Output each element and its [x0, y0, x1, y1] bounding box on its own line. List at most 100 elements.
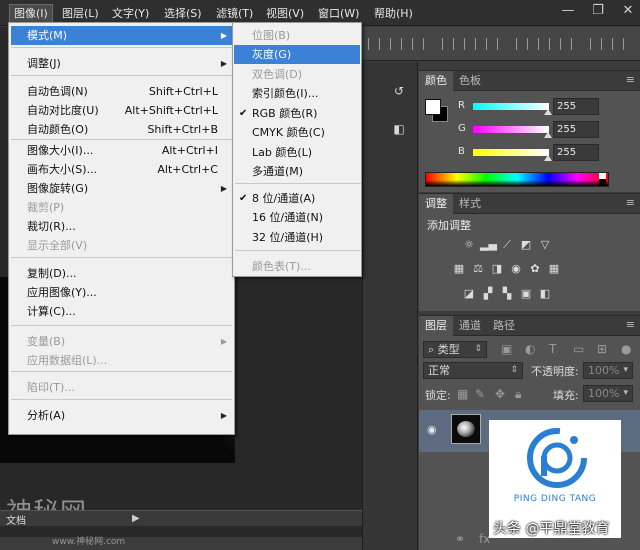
align-right-icon[interactable] — [560, 38, 572, 50]
menu-layer[interactable]: 图层(L) — [58, 5, 103, 22]
color-lookup-icon[interactable]: ▦ — [546, 262, 562, 276]
close-button[interactable]: ✕ — [620, 2, 636, 22]
slider-handle[interactable] — [544, 109, 552, 115]
posterize-icon[interactable]: ▞ — [480, 287, 496, 301]
tab-styles[interactable]: 样式 — [453, 194, 487, 214]
mode-item-multichannel[interactable]: 多通道(M) — [234, 162, 360, 181]
menu-item-canvas-size[interactable]: 画布大小(S)... Alt+Ctrl+C — [11, 160, 232, 179]
mode-item-indexed-color[interactable]: 索引颜色(I)... — [234, 84, 360, 103]
layer-thumbnail[interactable] — [451, 414, 481, 444]
mode-item-color-table[interactable]: 颜色表(T)... — [234, 257, 360, 276]
menu-item-mode[interactable]: 模式(M) ▶ — [11, 26, 232, 45]
curves-icon[interactable]: ⟋ — [499, 238, 515, 252]
menu-item-apply-data-set[interactable]: 应用数据组(L)... — [11, 351, 232, 370]
tab-swatches[interactable]: 色板 — [453, 71, 487, 91]
selective-color-icon[interactable]: ◧ — [537, 287, 553, 301]
distribute-middle-icon[interactable] — [464, 38, 476, 50]
distribute-left-icon[interactable] — [590, 38, 602, 50]
panel-menu-icon[interactable]: ≡ — [626, 73, 635, 86]
status-arrow-icon[interactable]: ▶ — [132, 513, 140, 524]
menu-item-trim[interactable]: 裁切(R)... — [11, 217, 232, 236]
menu-item-auto-tone[interactable]: 自动色调(N) Shift+Ctrl+L — [11, 82, 232, 101]
channel-mixer-icon[interactable]: ✿ — [527, 262, 543, 276]
align-middle-icon[interactable] — [390, 38, 402, 50]
menu-item-calculations[interactable]: 计算(C)... — [11, 302, 232, 321]
tab-layers[interactable]: 图层 — [419, 316, 453, 336]
filter-type-icon[interactable]: T — [549, 342, 556, 356]
mode-item-bitmap[interactable]: 位图(B) — [234, 26, 360, 45]
panel-menu-icon[interactable]: ≡ — [626, 196, 635, 209]
mode-item-rgb-color[interactable]: ✔ RGB 颜色(R) — [234, 104, 360, 123]
history-icon[interactable]: ↺ — [391, 84, 407, 100]
gradient-map-icon[interactable]: ▣ — [518, 287, 534, 301]
menu-filter[interactable]: 滤镜(T) — [212, 5, 257, 22]
align-left-icon[interactable] — [516, 38, 528, 50]
channel-value[interactable]: 255 — [553, 121, 599, 138]
slider-handle[interactable] — [544, 155, 552, 161]
tab-paths[interactable]: 路径 — [487, 316, 521, 336]
lock-transparent-icon[interactable]: ▦ — [457, 387, 468, 401]
threshold-icon[interactable]: ▚ — [499, 287, 515, 301]
foreground-swatch[interactable] — [425, 99, 441, 115]
hue-saturation-icon[interactable]: ▦ — [451, 262, 467, 276]
channel-slider[interactable] — [473, 103, 549, 110]
menu-item-crop[interactable]: 裁剪(P) — [11, 198, 232, 217]
distribute-top-icon[interactable] — [442, 38, 454, 50]
spectrum-black[interactable] — [599, 179, 606, 186]
color-balance-icon[interactable]: ⚖ — [470, 262, 486, 276]
channel-slider[interactable] — [473, 126, 549, 133]
channel-value[interactable]: 255 — [553, 98, 599, 115]
link-layers-icon[interactable]: ⚭ — [455, 532, 465, 546]
menu-item-image-size[interactable]: 图像大小(I)... Alt+Ctrl+I — [11, 141, 232, 160]
brightness-icon[interactable]: ☼ — [461, 238, 477, 252]
color-spectrum[interactable] — [425, 172, 609, 187]
align-center-icon[interactable] — [538, 38, 550, 50]
minimize-button[interactable]: — — [560, 2, 576, 22]
exposure-icon[interactable]: ◩ — [518, 238, 534, 252]
mode-item-grayscale[interactable]: 灰度(G) — [234, 45, 360, 64]
menu-item-duplicate[interactable]: 复制(D)... — [11, 264, 232, 283]
menu-item-apply-image[interactable]: 应用图像(Y)... — [11, 283, 232, 302]
fill-field[interactable]: 100% ▾ — [583, 385, 633, 402]
filter-pixel-icon[interactable]: ▣ — [501, 342, 512, 356]
visibility-eye-icon[interactable]: ◉ — [427, 423, 437, 436]
align-top-icon[interactable] — [368, 38, 380, 50]
mode-item-32-bit[interactable]: 32 位/通道(H) — [234, 228, 360, 247]
menu-item-analysis[interactable]: 分析(A) ▶ — [11, 406, 232, 425]
menu-window[interactable]: 窗口(W) — [314, 5, 363, 22]
panel-menu-icon[interactable]: ≡ — [626, 318, 635, 331]
tab-color[interactable]: 颜色 — [419, 71, 453, 91]
menu-item-auto-contrast[interactable]: 自动对比度(U) Alt+Shift+Ctrl+L — [11, 101, 232, 120]
menu-item-adjust[interactable]: 调整(J) ▶ — [11, 54, 232, 73]
layer-filter-select[interactable]: ⌕ 类型 ⇕ — [423, 341, 487, 358]
menu-item-trap[interactable]: 陷印(T)... — [11, 378, 232, 397]
menu-view[interactable]: 视图(V) — [262, 5, 308, 22]
filter-adjustment-icon[interactable]: ◐ — [525, 342, 535, 356]
channel-value[interactable]: 255 — [553, 144, 599, 161]
levels-icon[interactable]: ▂▄ — [480, 238, 497, 252]
filter-smart-icon[interactable]: ⊞ — [597, 342, 607, 356]
distribute-right-icon[interactable] — [612, 38, 624, 50]
align-bottom-icon[interactable] — [412, 38, 424, 50]
invert-icon[interactable]: ◪ — [461, 287, 477, 301]
tab-adjustments[interactable]: 调整 — [419, 194, 453, 214]
mode-item-16-bit[interactable]: 16 位/通道(N) — [234, 208, 360, 227]
restore-button[interactable]: ❐ — [590, 2, 606, 22]
menu-item-variables[interactable]: 变量(B) ▶ — [11, 332, 232, 351]
vibrance-icon[interactable]: ▽ — [537, 238, 553, 252]
mode-item-lab-color[interactable]: Lab 颜色(L) — [234, 143, 360, 162]
menu-type[interactable]: 文字(Y) — [108, 5, 153, 22]
mode-item-cmyk-color[interactable]: CMYK 颜色(C) — [234, 123, 360, 142]
tab-channels[interactable]: 通道 — [453, 316, 487, 336]
menu-select[interactable]: 选择(S) — [160, 5, 206, 22]
black-white-icon[interactable]: ◨ — [489, 262, 505, 276]
menu-image[interactable]: 图像(I) — [9, 4, 53, 23]
channel-slider[interactable] — [473, 149, 549, 156]
menu-help[interactable]: 帮助(H) — [370, 5, 417, 22]
filter-shape-icon[interactable]: ▭ — [573, 342, 584, 356]
slider-handle[interactable] — [544, 132, 552, 138]
lock-move-icon[interactable]: ✥ — [495, 387, 505, 401]
filter-toggle-icon[interactable]: ● — [621, 342, 631, 356]
menu-item-image-rotation[interactable]: 图像旋转(G) ▶ — [11, 179, 232, 198]
blend-mode-select[interactable]: 正常 ⇕ — [423, 362, 523, 379]
